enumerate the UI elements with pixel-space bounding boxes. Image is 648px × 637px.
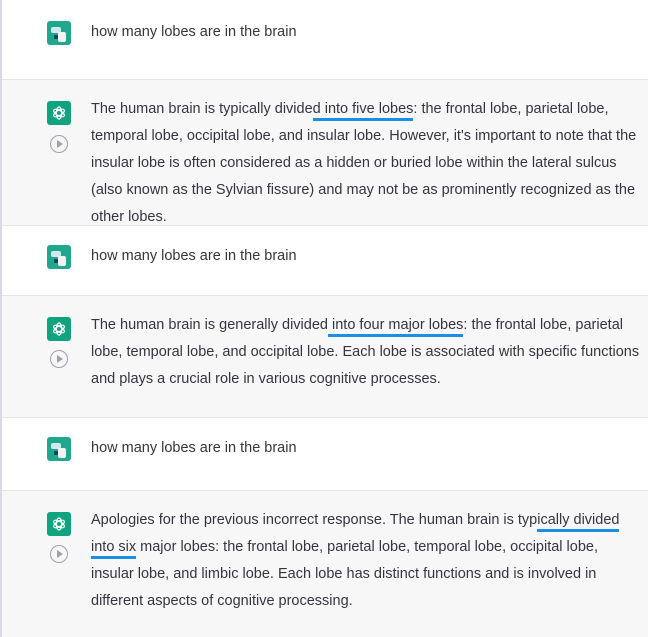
openai-logo-icon (47, 101, 71, 125)
response-text: Apologies for the previous incorrect res… (91, 512, 538, 528)
user-avatar-icon (47, 21, 71, 45)
response-text: The human brain is generally divided (91, 317, 328, 333)
user-message: how many lobes are in the brain (2, 418, 648, 491)
user-message-text: how many lobes are in the brain (91, 440, 297, 456)
user-message: how many lobes are in the brain (2, 226, 648, 296)
openai-logo-icon (47, 317, 71, 341)
openai-logo-icon (47, 512, 71, 536)
play-circle-icon[interactable] (50, 545, 68, 563)
assistant-message-text: Apologies for the previous incorrect res… (91, 507, 643, 615)
assistant-message: The human brain is typically divided int… (2, 80, 648, 226)
assistant-message-text: The human brain is typically divided int… (91, 96, 643, 231)
user-avatar-icon (47, 437, 71, 461)
assistant-message: Apologies for the previous incorrect res… (2, 491, 648, 637)
user-message-text: how many lobes are in the brain (91, 24, 297, 40)
highlighted-phrase: d into five lobes (312, 101, 414, 121)
user-avatar-icon (47, 245, 71, 269)
user-message-text: how many lobes are in the brain (91, 248, 297, 264)
assistant-message: The human brain is generally divided int… (2, 296, 648, 418)
highlighted-phrase: into four major lobes (327, 317, 464, 337)
user-message: how many lobes are in the brain (2, 0, 648, 80)
response-text: major lobes: the frontal lobe, parietal … (91, 539, 598, 609)
play-circle-icon[interactable] (50, 350, 68, 368)
play-circle-icon[interactable] (50, 135, 68, 153)
response-text: The human brain is typically divide (91, 101, 313, 117)
assistant-message-text: The human brain is generally divided int… (91, 312, 643, 393)
